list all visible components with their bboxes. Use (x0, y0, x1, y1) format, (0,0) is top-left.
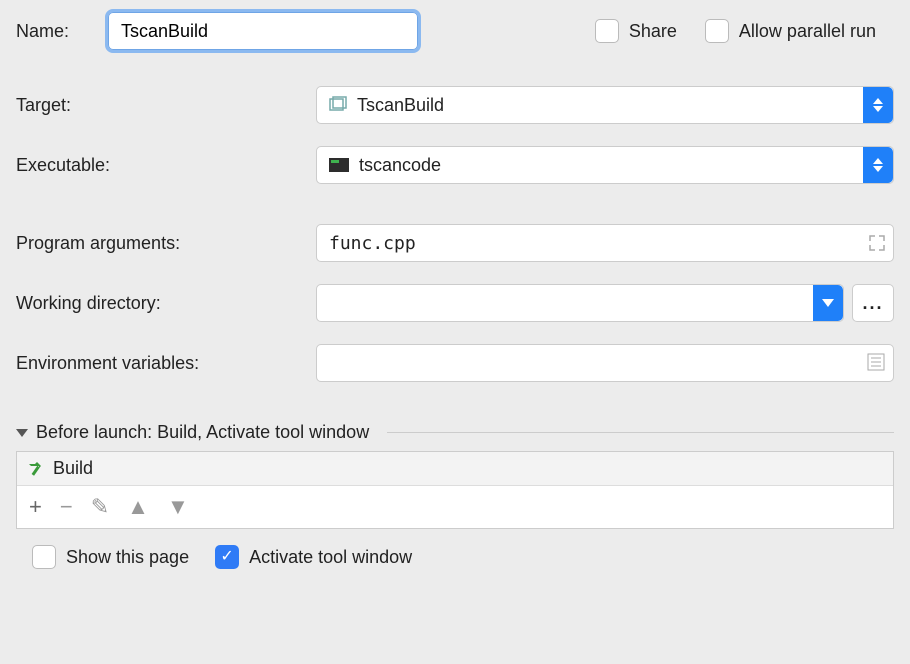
task-toolbar: + − ✎ ▲ ▼ (17, 486, 893, 528)
collapse-icon[interactable] (16, 429, 28, 437)
task-row[interactable]: Build (17, 452, 893, 486)
environment-variables-label: Environment variables: (16, 353, 316, 374)
edit-task-icon[interactable]: ✎ (91, 494, 109, 520)
environment-variables-input[interactable] (316, 344, 894, 382)
hammer-icon (27, 460, 45, 478)
move-up-icon[interactable]: ▲ (127, 494, 149, 520)
expand-icon[interactable] (869, 235, 885, 251)
browse-button[interactable]: ... (852, 284, 894, 322)
executable-dropdown[interactable]: tscancode (316, 146, 894, 184)
program-arguments-value: func.cpp (329, 233, 416, 254)
show-this-page-checkbox[interactable] (32, 545, 56, 569)
working-directory-dropdown-icon[interactable] (813, 285, 843, 321)
name-input[interactable] (108, 12, 418, 50)
executable-value: tscancode (359, 155, 441, 176)
target-stepper-icon[interactable] (863, 87, 893, 123)
executable-stepper-icon[interactable] (863, 147, 893, 183)
add-task-icon[interactable]: + (29, 494, 42, 520)
activate-tool-window-label: Activate tool window (249, 547, 412, 568)
share-checkbox[interactable] (595, 19, 619, 43)
target-icon (329, 96, 347, 114)
allow-parallel-label: Allow parallel run (739, 21, 876, 42)
task-label: Build (53, 458, 93, 479)
remove-task-icon[interactable]: − (60, 494, 73, 520)
name-label: Name: (16, 21, 108, 42)
program-arguments-input[interactable]: func.cpp (316, 224, 894, 262)
executable-label: Executable: (16, 155, 316, 176)
share-label: Share (629, 21, 677, 42)
target-dropdown[interactable]: TscanBuild (316, 86, 894, 124)
activate-tool-window-checkbox[interactable]: ✓ (215, 545, 239, 569)
target-value: TscanBuild (357, 95, 444, 116)
before-launch-header: Before launch: Build, Activate tool wind… (36, 422, 369, 443)
list-icon[interactable] (867, 353, 885, 371)
before-launch-list: Build + − ✎ ▲ ▼ (16, 451, 894, 529)
working-directory-label: Working directory: (16, 293, 316, 314)
terminal-icon (329, 158, 349, 172)
target-label: Target: (16, 95, 316, 116)
allow-parallel-checkbox[interactable] (705, 19, 729, 43)
show-this-page-label: Show this page (66, 547, 189, 568)
move-down-icon[interactable]: ▼ (167, 494, 189, 520)
program-arguments-label: Program arguments: (16, 233, 316, 254)
working-directory-input[interactable] (316, 284, 844, 322)
